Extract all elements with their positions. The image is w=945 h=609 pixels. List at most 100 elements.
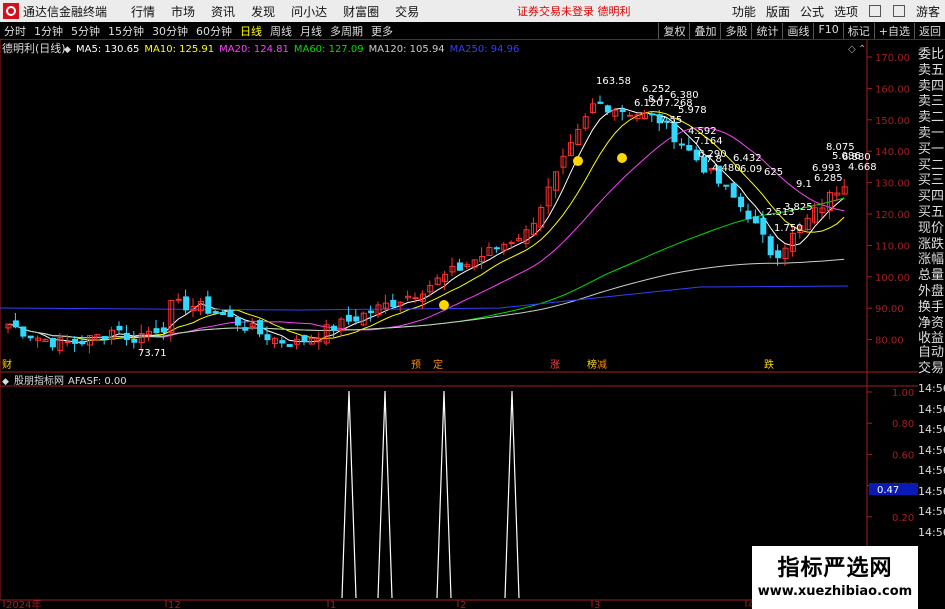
quote-field-label: 涨幅 xyxy=(918,252,945,268)
tab-daily[interactable]: 日线 xyxy=(236,23,266,39)
event-marker-bang[interactable]: 榜 xyxy=(587,358,597,371)
menu-layout[interactable]: 版面 xyxy=(766,3,790,20)
tab-15min[interactable]: 15分钟 xyxy=(104,23,148,39)
candle-body xyxy=(730,183,737,198)
menu-function[interactable]: 功能 xyxy=(732,3,756,20)
indicator-current-value: 0.47 xyxy=(877,485,899,496)
candle-body xyxy=(160,327,167,333)
menu-item-trade[interactable]: 交易 xyxy=(395,3,419,20)
menu-item-xiaoda[interactable]: 问小达 xyxy=(291,3,327,20)
menu-formula[interactable]: 公式 xyxy=(800,3,824,20)
mark-button[interactable]: 标记 xyxy=(842,22,874,39)
quote-field-label: 卖五 xyxy=(918,62,945,78)
menu-item-wealth[interactable]: 财富圈 xyxy=(343,3,379,20)
tab-weekly[interactable]: 周线 xyxy=(266,23,296,39)
indicator-tick-label: 1.00 xyxy=(892,388,914,399)
statistics-button[interactable]: 统计 xyxy=(751,22,782,39)
collapse-arrow-icon[interactable]: ⌃ xyxy=(858,44,866,55)
tab-60min[interactable]: 60分钟 xyxy=(192,23,236,39)
maximize-icon[interactable] xyxy=(892,5,905,17)
x-tick-label: 2024年 xyxy=(6,598,41,609)
quote-field-label: 买四 xyxy=(918,189,945,205)
price-tick-label: 100.00 xyxy=(875,273,910,284)
tab-more[interactable]: 更多 xyxy=(367,23,397,39)
candle-body xyxy=(686,144,693,151)
price-tick-label: 130.00 xyxy=(875,179,910,190)
price-tick-label: 150.00 xyxy=(875,116,910,127)
candle-body xyxy=(286,344,293,347)
finance-marker[interactable]: 财 xyxy=(2,358,12,371)
menu-options[interactable]: 选项 xyxy=(834,3,858,20)
tab-multiperiod[interactable]: 多周期 xyxy=(326,23,367,39)
menu-item-news[interactable]: 资讯 xyxy=(211,3,235,20)
candle-body xyxy=(79,340,86,345)
price-tick-label: 160.00 xyxy=(875,84,910,95)
watermark-url: www.xuezhibiao.com xyxy=(757,584,913,599)
candle-body xyxy=(767,236,774,256)
indicator-spike xyxy=(504,390,520,599)
chart-annotation: 6.120 xyxy=(634,98,663,109)
tab-timeshare[interactable]: 分时 xyxy=(0,23,30,39)
candle-body xyxy=(257,320,264,335)
smiley-icon[interactable] xyxy=(573,156,583,166)
event-marker-jian[interactable]: 减 xyxy=(597,359,607,371)
auto-trade-label[interactable]: 自动 xyxy=(918,345,945,360)
quote-field-label: 卖一 xyxy=(918,126,945,141)
tab-1min[interactable]: 1分钟 xyxy=(30,23,67,39)
draw-line-button[interactable]: 画线 xyxy=(782,22,813,39)
menu-item-discover[interactable]: 发现 xyxy=(251,3,275,20)
tab-30min[interactable]: 30分钟 xyxy=(148,23,192,39)
guest-label[interactable]: 游客 xyxy=(916,3,940,20)
quote-field-label: 换手 xyxy=(918,299,945,315)
candle-body xyxy=(301,335,308,342)
smiley-icon[interactable] xyxy=(439,300,449,310)
chart-annotation: 625 xyxy=(764,167,783,178)
event-marker-ding[interactable]: 定 xyxy=(433,358,443,371)
f10-button[interactable]: F10 xyxy=(813,22,842,39)
tick-time: 14:56 xyxy=(918,464,945,477)
tab-5min[interactable]: 5分钟 xyxy=(67,23,104,39)
chart-annotation: 7.164 xyxy=(694,136,723,147)
restore-rights-button[interactable]: 复权 xyxy=(658,22,689,39)
overlay-button[interactable]: 叠加 xyxy=(689,22,720,39)
x-tick-label: 1 xyxy=(330,600,336,609)
multi-stock-button[interactable]: 多股 xyxy=(720,22,751,39)
candle-body xyxy=(760,217,767,235)
indicator-tick-label: 0.80 xyxy=(892,419,914,430)
settings-diamond-icon[interactable]: ◇ xyxy=(848,44,856,55)
quote-field-label: 现价 xyxy=(918,220,945,236)
candle-body xyxy=(353,316,360,322)
ma-line xyxy=(7,197,845,339)
tick-time: 14:56 xyxy=(918,423,945,436)
event-marker-die[interactable]: 跌 xyxy=(764,358,774,371)
price-tick-label: 90.00 xyxy=(875,304,904,315)
auto-trade-label[interactable]: 交易 xyxy=(918,361,945,376)
minimize-icon[interactable] xyxy=(868,5,881,17)
chart-annotation: 5.978 xyxy=(678,105,707,116)
event-marker-zhang[interactable]: 涨 xyxy=(550,359,560,371)
candle-body xyxy=(116,325,123,331)
smiley-icon[interactable] xyxy=(617,153,627,163)
menu-item-market[interactable]: 市场 xyxy=(171,3,195,20)
candle-body xyxy=(183,296,190,311)
low-price-label: 73.71 xyxy=(138,348,167,359)
price-tick-label: 170.00 xyxy=(875,53,910,64)
candle-body xyxy=(279,340,286,344)
candle-body xyxy=(738,196,745,208)
candle-body xyxy=(390,299,397,307)
x-tick-label: 2 xyxy=(460,600,466,609)
tab-monthly[interactable]: 月线 xyxy=(296,23,326,39)
back-button[interactable]: 返回 xyxy=(914,22,945,39)
candle-body xyxy=(345,314,352,322)
add-favorite-button[interactable]: +自选 xyxy=(873,22,914,39)
quote-field-label: 买二 xyxy=(918,157,945,173)
chart-area[interactable]: 德明利(日线) ◆ MA5: 130.65 MA10: 125.91 MA20: 1… xyxy=(0,40,918,609)
menu-item-quotes[interactable]: 行情 xyxy=(131,3,155,20)
candle-body xyxy=(412,297,419,300)
tick-time: 14:56 xyxy=(918,525,945,539)
event-marker-yu[interactable]: 预 xyxy=(411,359,421,371)
tick-time: 14:56 xyxy=(918,443,945,457)
candle-body xyxy=(220,312,227,316)
app-logo-icon xyxy=(3,3,19,19)
quote-side-panel: 委比 卖五 卖四 卖三 卖二 卖一 买一 买二 买三 买四 买五 现价 涨跌 涨幅 总量 外盘 换手 净资 收益 自动… xyxy=(918,40,945,609)
